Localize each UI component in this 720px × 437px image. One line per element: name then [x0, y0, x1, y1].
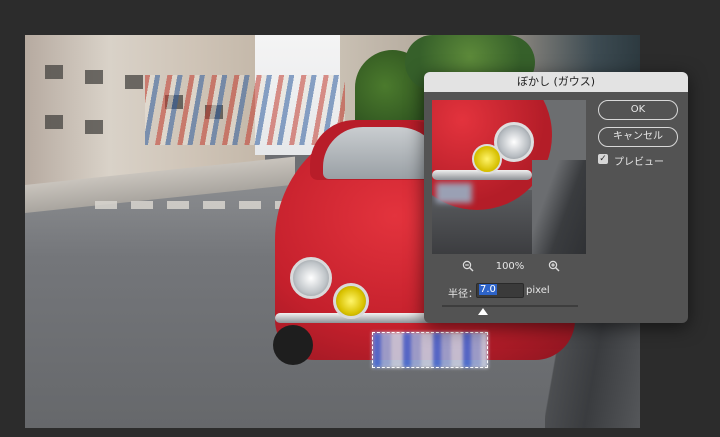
zoom-level: 100%	[495, 261, 525, 272]
marquee-selection[interactable]	[372, 332, 488, 368]
gaussian-blur-dialog: ぼかし (ガウス) 100% 半径： 7.0 pixel OK キャンセル ✓ …	[424, 72, 688, 323]
zoom-controls: 100%	[432, 260, 586, 276]
dialog-title[interactable]: ぼかし (ガウス)	[424, 72, 688, 92]
preview-fog-light	[472, 144, 502, 174]
zoom-in-icon[interactable]	[546, 260, 562, 276]
radius-slider-track[interactable]	[442, 305, 578, 307]
car-fog-light	[333, 283, 369, 319]
ok-button[interactable]: OK	[598, 100, 678, 120]
radius-input[interactable]: 7.0	[476, 283, 524, 298]
radius-label: 半径：	[448, 289, 478, 300]
radius-value: 7.0	[479, 284, 497, 295]
car-headlight	[290, 257, 332, 299]
radius-unit: pixel	[526, 285, 550, 296]
preview-curb	[532, 160, 586, 254]
car-tire	[273, 325, 313, 365]
cancel-button[interactable]: キャンセル	[598, 127, 678, 147]
bunting-flags	[145, 75, 345, 145]
preview-checkbox[interactable]: ✓	[598, 154, 608, 164]
preview-blurred-area	[436, 183, 472, 203]
preview-pane[interactable]	[432, 100, 586, 254]
preview-label[interactable]: プレビュー	[614, 153, 664, 168]
radius-slider-thumb[interactable]	[478, 308, 488, 315]
zoom-out-icon[interactable]	[460, 260, 476, 276]
